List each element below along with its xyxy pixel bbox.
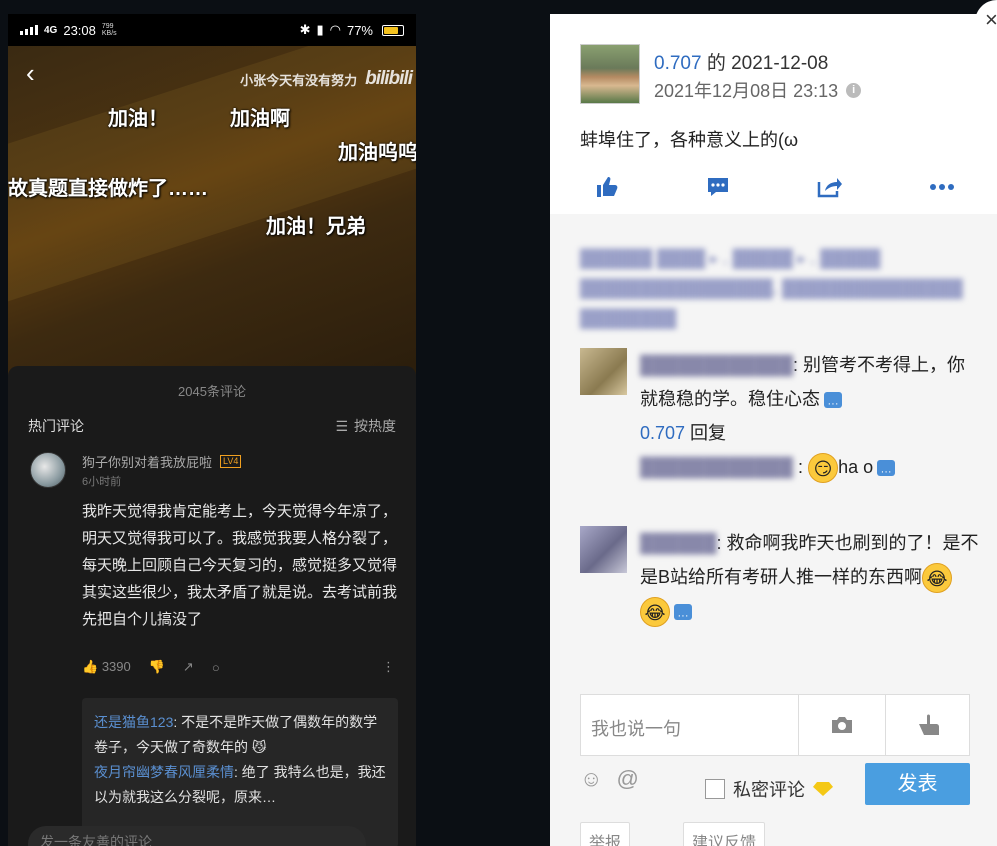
avatar[interactable] bbox=[30, 452, 66, 488]
reply-icon[interactable] bbox=[877, 455, 896, 489]
private-checkbox[interactable] bbox=[705, 779, 725, 799]
avatar[interactable] bbox=[580, 526, 627, 573]
list-item: ██████ ████ ▸ . █████ ▸ . █████ ████████… bbox=[580, 244, 990, 334]
post-header: 0.707 的 2021-12-08 2021年12月08日 23:13 i 蚌埠… bbox=[550, 14, 997, 214]
bilibili-logo: bilibili bbox=[365, 68, 413, 89]
comment-input[interactable]: 发一条友善的评论 bbox=[28, 826, 366, 846]
reply-box: 我也说一句 bbox=[580, 694, 970, 756]
comment-text: 我昨天觉得我肯定能考上，今天觉得今年凉了，明天又觉得我可以了。我感觉我要人格分裂… bbox=[82, 503, 398, 628]
diamond-icon bbox=[813, 782, 833, 796]
reply-icon[interactable] bbox=[674, 599, 692, 633]
toolbar: ☺ @ bbox=[580, 766, 639, 792]
like-button[interactable]: 👍 3390 bbox=[82, 659, 131, 675]
signal-icon bbox=[20, 25, 38, 35]
comment-text: ████████████ : 😏 ha o bbox=[640, 450, 980, 489]
post-datetime: 2021年12月08日 23:13 i bbox=[654, 77, 862, 103]
comment-user[interactable]: 狗子你别对着我放屁啦 LV4 bbox=[82, 452, 242, 471]
more-icon[interactable] bbox=[927, 172, 957, 202]
list-item: ██████: 救命啊我昨天也刷到的了！是不是B站给所有考研人推一样的东西啊 😂😂 bbox=[580, 526, 990, 636]
net-speed: 799 KB/s bbox=[101, 23, 117, 37]
danmaku: 加油啊 bbox=[230, 108, 290, 130]
comment-text: ██████: 救命啊我昨天也刷到的了！是不是B站给所有考研人推一样的东西啊 😂😂 bbox=[640, 526, 980, 633]
reply-icon[interactable]: ○ bbox=[212, 660, 220, 675]
danmaku: 加油！兄弟 bbox=[266, 216, 366, 238]
video-player[interactable]: ‹ 小张今天有没有努力 bilibili 加油！ 加油啊 加油呜呜 故真题直接做… bbox=[8, 46, 416, 382]
pointer-icon[interactable] bbox=[885, 695, 971, 755]
status-time: 23:08 bbox=[63, 22, 96, 38]
comment-time: 6小时前 bbox=[82, 476, 122, 488]
reply-icon[interactable] bbox=[824, 387, 842, 421]
wifi-icon: ◠ bbox=[329, 22, 341, 37]
avatar[interactable] bbox=[580, 348, 627, 395]
vibrate-icon: ▮ bbox=[316, 22, 324, 37]
emoji-icon[interactable]: ☺ bbox=[580, 766, 602, 792]
smug-emoji-icon: 😏 bbox=[808, 453, 839, 484]
bluetooth-icon: ✱ bbox=[299, 22, 311, 37]
danmaku: 加油！ bbox=[108, 108, 168, 130]
laugh-cry-emoji-icon: 😂 bbox=[640, 597, 670, 628]
reply-input[interactable]: 我也说一句 bbox=[591, 715, 681, 741]
at-icon[interactable]: @ bbox=[616, 766, 638, 792]
private-comment-toggle[interactable]: 私密评论 bbox=[705, 776, 833, 802]
blurred-username: ██████ bbox=[640, 533, 717, 553]
share-icon[interactable]: ↗ bbox=[183, 659, 194, 675]
sort-button[interactable]: ☰ 按热度 bbox=[335, 416, 396, 436]
dislike-icon[interactable]: 👎 bbox=[149, 659, 165, 675]
more-icon[interactable]: ⋮ bbox=[382, 659, 395, 675]
danmaku: 故真题直接做炸了…… bbox=[8, 178, 208, 200]
post-button[interactable]: 发表 bbox=[865, 763, 970, 805]
network-type: 4G bbox=[44, 24, 58, 36]
avatar[interactable] bbox=[580, 44, 640, 104]
post-pane: 0.707 的 2021-12-08 2021年12月08日 23:13 i 蚌埠… bbox=[550, 14, 997, 846]
hot-comments-label: 热门评论 bbox=[28, 418, 84, 434]
share-icon[interactable] bbox=[815, 172, 845, 202]
comment-panel: 2045条评论 热门评论 ☰ 按热度 狗子你别对着我放屁啦 LV4 6小时前 我昨天… bbox=[8, 366, 416, 846]
back-icon[interactable]: ‹ bbox=[26, 58, 46, 88]
status-bar: 4G 23:08 799 KB/s ✱ ▮ ◠ 77% bbox=[8, 14, 416, 46]
level-badge: LV4 bbox=[220, 455, 242, 468]
feedback-button[interactable]: 建议反馈 bbox=[683, 822, 766, 846]
like-icon[interactable] bbox=[592, 172, 622, 202]
post-text: 蚌埠住了，各种意义上的(ω bbox=[580, 130, 799, 150]
danmaku: 加油呜呜 bbox=[338, 142, 416, 164]
list-item: 夜月帘幽梦春风厘柔情: 绝了 我特么也是，我还以为就我这么分裂呢，原来… bbox=[94, 764, 386, 805]
reply-list[interactable]: 还是猫鱼123: 不是不是昨天做了偶数年的数学卷子，今天做了奇数年的 😼 夜月帘… bbox=[82, 698, 398, 846]
battery-percent: 77% bbox=[346, 22, 373, 38]
comment-actions: 👍 3390 👎 ↗ ○ ⋮ bbox=[82, 659, 395, 675]
list-item: 还是猫鱼123: 不是不是昨天做了偶数年的数学卷子，今天做了奇数年的 😼 bbox=[94, 714, 378, 755]
blurred-text: ██████ ████ ▸ . █████ ▸ . █████ ████████… bbox=[580, 249, 963, 328]
camera-icon[interactable] bbox=[798, 695, 885, 755]
phone-screenshot: 4G 23:08 799 KB/s ✱ ▮ ◠ 77% ‹ 小张今天有没有努力 b… bbox=[8, 14, 416, 846]
comments-section: ██████ ████ ▸ . █████ ▸ . █████ ████████… bbox=[550, 214, 997, 846]
comment-count: 2045条评论 bbox=[178, 384, 246, 399]
info-icon: i bbox=[846, 82, 862, 98]
comment-icon[interactable] bbox=[703, 172, 733, 202]
blurred-username: ████████████ bbox=[640, 457, 794, 477]
blurred-username: ████████████ bbox=[640, 355, 794, 375]
post-title: 0.707 的 2021-12-08 bbox=[654, 53, 829, 74]
comment-text: ████████████: 别管考不考得上，你就稳稳的学。稳住心态 bbox=[640, 348, 980, 421]
report-button[interactable]: 举报 bbox=[580, 822, 631, 846]
list-item: ████████████: 别管考不考得上，你就稳稳的学。稳住心态 0.707 … bbox=[580, 348, 990, 443]
list-icon: ☰ bbox=[335, 417, 348, 434]
battery-icon bbox=[382, 24, 404, 36]
list-item: ████████████ : 😏 ha o bbox=[580, 450, 990, 510]
reply-prefix: 0.707 回复 bbox=[640, 423, 727, 443]
laugh-cry-emoji-icon: 😂 bbox=[922, 563, 953, 594]
video-watermark: 小张今天有没有努力 bilibili bbox=[240, 68, 413, 89]
post-actions bbox=[550, 172, 997, 202]
